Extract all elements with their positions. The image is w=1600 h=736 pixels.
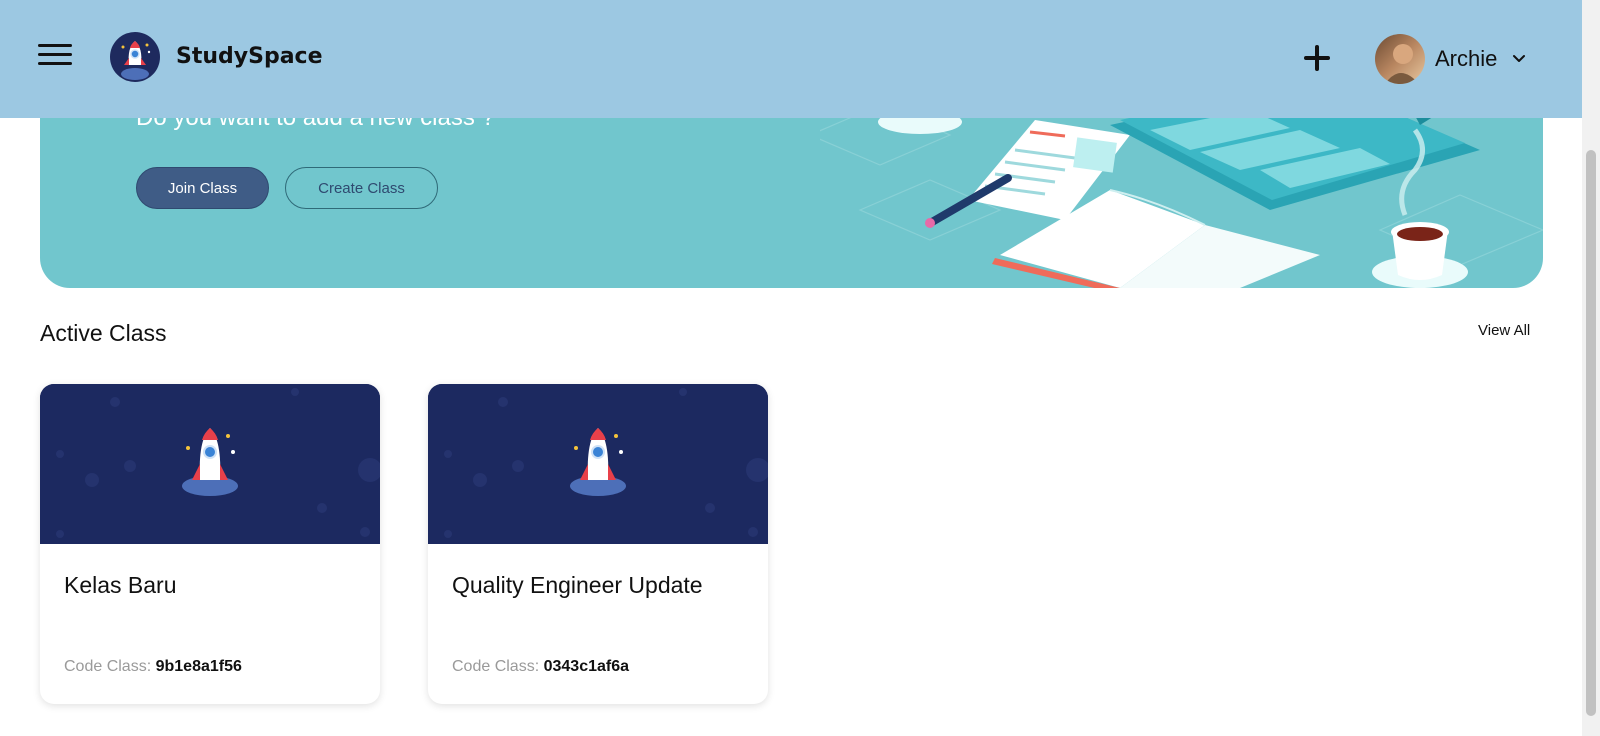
class-card[interactable]: Kelas Baru Code Class: 9b1e8a1f56 bbox=[40, 384, 380, 704]
join-class-button[interactable]: Join Class bbox=[136, 167, 269, 209]
class-title: Kelas Baru bbox=[64, 572, 177, 598]
class-cover-image bbox=[40, 384, 380, 544]
create-class-button[interactable]: Create Class bbox=[285, 167, 438, 209]
class-cover-image bbox=[428, 384, 768, 544]
user-name: Archie bbox=[1435, 46, 1498, 71]
chevron-down-icon[interactable] bbox=[1511, 51, 1527, 67]
view-all-link[interactable]: View All bbox=[1478, 322, 1530, 339]
rocket-logo[interactable] bbox=[110, 32, 160, 82]
top-navbar: StudySpace Archie bbox=[0, 0, 1582, 118]
class-code-value: 0343c1af6a bbox=[543, 658, 630, 675]
class-code: Code Class: 9b1e8a1f56 bbox=[64, 658, 242, 676]
user-menu[interactable]: Archie bbox=[1375, 34, 1527, 84]
class-code-value: 9b1e8a1f56 bbox=[155, 658, 242, 675]
plus-icon[interactable] bbox=[1303, 44, 1331, 72]
class-code-label: Code Class: bbox=[64, 658, 152, 675]
class-code-label: Code Class: bbox=[452, 658, 540, 675]
class-card[interactable]: Quality Engineer Update Code Class: 0343… bbox=[428, 384, 768, 704]
hamburger-icon[interactable] bbox=[38, 44, 72, 70]
page-scrollbar[interactable] bbox=[1582, 0, 1600, 736]
scrollbar-thumb[interactable] bbox=[1586, 150, 1596, 716]
section-title: Active Class bbox=[40, 320, 167, 346]
class-code: Code Class: 0343c1af6a bbox=[452, 658, 629, 676]
class-title: Quality Engineer Update bbox=[452, 572, 703, 598]
brand-name[interactable]: StudySpace bbox=[176, 44, 323, 69]
avatar bbox=[1375, 34, 1425, 84]
